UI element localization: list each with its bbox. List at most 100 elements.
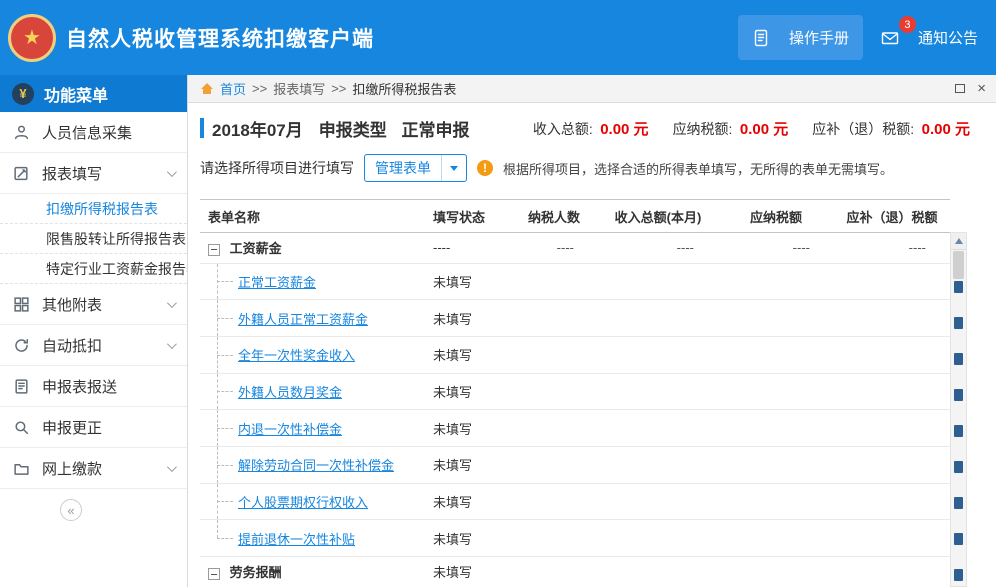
scrollbar-tick (954, 317, 963, 329)
form-link[interactable]: 正常工资薪金 (238, 275, 316, 290)
sidebar-item-label: 申报更正 (42, 417, 102, 438)
table-row: 个人股票期权行权收入 未填写 (200, 483, 950, 520)
total-refund-value: 0.00 元 (922, 121, 970, 138)
scrollbar-thumb[interactable] (953, 251, 964, 279)
app-title: 自然人税收管理系统扣缴客户端 (66, 23, 374, 53)
collapse-node-icon[interactable] (208, 244, 220, 256)
scrollbar-tick (954, 281, 963, 293)
sidebar-collapse-button[interactable]: « (60, 499, 82, 521)
scrollbar-tick (954, 389, 963, 401)
sidebar-item-label: 报表填写 (42, 163, 102, 184)
summary-row: 2018年07月 申报类型 正常申报 收入总额: 0.00 元 应纳税额: 0.… (200, 113, 970, 143)
sidebar-item-label: 人员信息采集 (42, 122, 132, 143)
form-link[interactable]: 外籍人员数月奖金 (238, 385, 342, 400)
notice-button[interactable]: 3 通知公告 (879, 15, 984, 60)
fill-status: 未填写 (425, 300, 510, 337)
tree-line (217, 428, 233, 429)
scrollbar-tick (954, 533, 963, 545)
manual-button-label: 操作手册 (789, 27, 849, 48)
table-group-row: 工资薪金 ---- ---- ---- ---- ---- (200, 233, 950, 264)
document-icon (752, 29, 770, 47)
sidebar-item-declaration-submit[interactable]: 申报表报送 (0, 366, 187, 407)
manual-button[interactable]: 操作手册 (738, 15, 863, 60)
col-refund: 应补（退）税额 (834, 200, 950, 233)
sidebar-item-declaration-correction[interactable]: 申报更正 (0, 407, 187, 448)
maximize-icon[interactable] (955, 84, 965, 93)
tree-line (217, 391, 233, 392)
chevron-down-icon (167, 462, 177, 472)
col-tax: 应纳税额 (718, 200, 834, 233)
sidebar-header: ¥ 功能菜单 (0, 75, 187, 112)
fill-status: 未填写 (425, 410, 510, 447)
sidebar-subitem-label: 特定行业工资薪金报告表 (46, 259, 187, 279)
folder-icon (13, 459, 31, 477)
table-scrollbar[interactable] (950, 232, 967, 587)
sidebar-item-report-fill[interactable]: 报表填写 (0, 153, 187, 194)
tree-line (217, 501, 233, 502)
group-name: 劳务报酬 (230, 565, 282, 580)
declaration-type-value: 正常申报 (401, 121, 469, 140)
table-row: 提前退休一次性补贴 未填写 (200, 520, 950, 557)
table-row: 内退一次性补偿金 未填写 (200, 410, 950, 447)
tree-line (217, 281, 233, 282)
collapse-node-icon[interactable] (208, 568, 220, 580)
group-name: 工资薪金 (230, 241, 282, 256)
breadcrumb-separator: >> (331, 81, 346, 96)
taxpayers-value: ---- (510, 233, 598, 264)
table-row: 解除劳动合同一次性补偿金 未填写 (200, 446, 950, 483)
scrollbar-up-arrow[interactable] (951, 233, 966, 250)
fill-status: ---- (425, 233, 510, 264)
sidebar-item-label: 网上缴款 (42, 458, 102, 479)
total-tax-label: 应纳税额: (673, 121, 733, 137)
scrollbar-tick (954, 461, 963, 473)
sidebar-item-personnel[interactable]: 人员信息采集 (0, 112, 187, 153)
close-icon[interactable]: × (977, 81, 986, 96)
main-panel: 首页 >> 报表填写 >> 扣缴所得税报告表 × 2018年07月 申报类型 正… (188, 75, 996, 587)
accent-bar (200, 118, 204, 138)
search-icon (13, 418, 31, 436)
sidebar-item-online-payment[interactable]: 网上缴款 (0, 448, 187, 489)
warning-icon: ! (477, 160, 493, 176)
total-income-label: 收入总额: (533, 121, 593, 137)
form-link[interactable]: 提前退休一次性补贴 (238, 532, 355, 547)
totals: 收入总额: 0.00 元 应纳税额: 0.00 元 应补（退）税额: 0.00 … (533, 118, 970, 139)
sidebar: ¥ 功能菜单 人员信息采集 报表填写 扣缴所得税报告表 限售股转让所 (0, 75, 188, 587)
declaration-type: 申报类型 正常申报 (319, 116, 470, 141)
grid-icon (13, 295, 31, 313)
chevron-down-icon (167, 298, 177, 308)
sidebar-item-auto-deduction[interactable]: 自动抵扣 (0, 325, 187, 366)
form-link[interactable]: 内退一次性补偿金 (238, 422, 342, 437)
filter-prompt: 请选择所得项目进行填写 (200, 158, 354, 178)
form-link[interactable]: 解除劳动合同一次性补偿金 (238, 458, 394, 473)
filter-row: 请选择所得项目进行填写 管理表单 ! 根据所得项目，选择合适的所得表单填写，无所… (200, 153, 970, 183)
sidebar-subitem-withholding-tax-report[interactable]: 扣缴所得税报告表 (0, 194, 187, 224)
col-income: 收入总额(本月) (598, 200, 718, 233)
edit-icon (13, 164, 31, 182)
form-link[interactable]: 全年一次性奖金收入 (238, 348, 355, 363)
breadcrumb-home-link[interactable]: 首页 (220, 79, 246, 98)
app-header: ★ 自然人税收管理系统扣缴客户端 操作手册 3 通知公告 (0, 0, 996, 75)
table-row: 外籍人员正常工资薪金 未填写 (200, 300, 950, 337)
manage-forms-button[interactable]: 管理表单 (364, 154, 467, 182)
menu-coin-icon: ¥ (12, 83, 34, 105)
person-icon (13, 123, 31, 141)
form-link[interactable]: 个人股票期权行权收入 (238, 495, 368, 510)
dropdown-caret (441, 155, 466, 181)
form-link[interactable]: 外籍人员正常工资薪金 (238, 312, 368, 327)
notice-button-label: 通知公告 (918, 27, 978, 48)
col-form-name: 表单名称 (200, 200, 425, 233)
window-controls: × (955, 81, 986, 96)
breadcrumb: 首页 >> 报表填写 >> 扣缴所得税报告表 × (188, 75, 996, 103)
total-refund: 应补（退）税额: 0.00 元 (812, 118, 970, 139)
scrollbar-tick (954, 497, 963, 509)
col-fill-status: 填写状态 (425, 200, 510, 233)
scrollbar-tick (954, 353, 963, 365)
total-income-value: 0.00 元 (600, 121, 648, 138)
sidebar-subitem-specific-industry-report[interactable]: 特定行业工资薪金报告表 (0, 254, 187, 284)
document-lines-icon (13, 377, 31, 395)
sidebar-item-other-schedules[interactable]: 其他附表 (0, 284, 187, 325)
breadcrumb-separator: >> (252, 81, 267, 96)
sidebar-subitem-restricted-shares-report[interactable]: 限售股转让所得报告表 (0, 224, 187, 254)
forms-table: 表单名称 填写状态 纳税人数 收入总额(本月) 应纳税额 应补（退）税额 (200, 199, 970, 587)
table-row: 正常工资薪金 未填写 (200, 263, 950, 300)
